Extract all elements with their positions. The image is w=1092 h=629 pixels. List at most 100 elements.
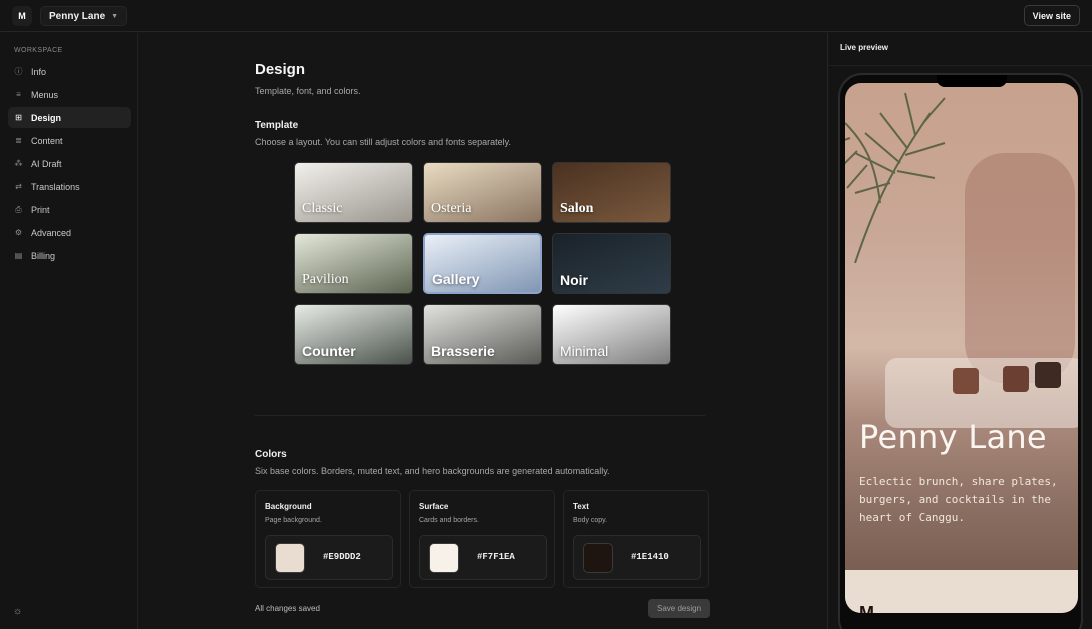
live-preview-panel: Live preview Penny Lane Eclectic brunch,… — [827, 33, 1092, 629]
template-card-osteria[interactable]: Osteria — [423, 162, 542, 223]
color-hex-value[interactable]: #F7F1EA — [477, 552, 515, 562]
sparkle-icon: ⁂ — [14, 159, 23, 168]
color-hex-value[interactable]: #1E1410 — [631, 552, 669, 562]
sidebar-item-label: Design — [31, 112, 62, 123]
color-swatch[interactable] — [429, 543, 459, 573]
preview-restaurant-name: Penny Lane — [859, 418, 1047, 456]
colors-section-subtitle: Six base colors. Borders, muted text, an… — [255, 466, 610, 476]
template-card-pavilion[interactable]: Pavilion — [294, 233, 413, 294]
sun-icon[interactable]: ☼ — [13, 606, 22, 617]
template-card-gallery[interactable]: Gallery — [423, 233, 542, 294]
colors-section-title: Colors — [255, 449, 287, 460]
sidebar-item-label: Advanced — [31, 227, 72, 238]
color-hex-value[interactable]: #E9DDD2 — [323, 552, 361, 562]
card-icon: ▤ — [14, 251, 23, 260]
color-input[interactable]: #F7F1EA — [419, 535, 547, 580]
sidebar-item-label: Billing — [31, 250, 56, 261]
template-card-label: Pavilion — [302, 272, 349, 287]
workspace-switcher[interactable]: Penny Lane ▼ — [40, 6, 128, 26]
sidebar: WORKSPACE ⓘ Info ≡ Menus ⊞ Design ≣ Content ⁂ AI … — [0, 33, 138, 629]
hero-image-cushion — [953, 368, 979, 394]
phone-frame: Penny Lane Eclectic brunch, share plates… — [838, 73, 1083, 629]
template-section-title: Template — [255, 120, 299, 131]
main-content: Design Template, font, and colors. Templ… — [139, 33, 827, 629]
top-bar: M Penny Lane ▼ View site — [0, 0, 1092, 32]
template-card-label: Minimal — [560, 343, 609, 359]
palm-leaves-image — [845, 92, 946, 263]
color-card-title: Surface — [419, 502, 449, 511]
color-cards: Background Page background. #E9DDD2 Surface… — [255, 490, 710, 588]
template-card-label: Noir — [560, 272, 588, 288]
template-card-noir[interactable]: Noir — [552, 233, 671, 294]
color-card-background: Background Page background. #E9DDD2 — [255, 490, 401, 588]
view-site-button[interactable]: View site — [1023, 5, 1080, 26]
preview-content-area — [845, 570, 1078, 613]
color-swatch[interactable] — [275, 543, 305, 573]
hero-image-wall — [965, 153, 1075, 383]
template-grid: Classic Osteria Salon Pavilion Gallery Noir Co… — [294, 162, 673, 365]
hero-image-cushion — [1003, 366, 1029, 392]
sidebar-item-menus[interactable]: ≡ Menus — [8, 84, 131, 105]
preview-divider — [828, 65, 1092, 66]
template-section-subtitle: Choose a layout. You can still adjust co… — [255, 137, 511, 147]
grid-icon: ⊞ — [15, 113, 22, 122]
template-card-classic[interactable]: Classic — [294, 162, 413, 223]
sidebar-item-translations[interactable]: ⇄ Translations — [8, 176, 131, 197]
save-status: All changes saved — [255, 604, 320, 613]
color-card-subtitle: Page background. — [265, 517, 322, 524]
color-card-surface: Surface Cards and borders. #F7F1EA — [409, 490, 555, 588]
preview-title: Live preview — [840, 43, 889, 52]
sidebar-item-ai-draft[interactable]: ⁂ AI Draft — [8, 153, 131, 174]
sidebar-item-label: Menus — [31, 89, 59, 100]
sidebar-item-design[interactable]: ⊞ Design — [8, 107, 131, 128]
color-card-text: Text Body copy. #1E1410 — [563, 490, 709, 588]
sidebar-item-print[interactable]: ⎙ Print — [8, 199, 131, 220]
sidebar-item-content[interactable]: ≣ Content — [8, 130, 131, 151]
template-card-label: Counter — [302, 343, 356, 359]
phone-screen[interactable]: Penny Lane Eclectic brunch, share plates… — [845, 83, 1078, 613]
sidebar-item-label: Info — [31, 66, 47, 77]
template-card-label: Classic — [302, 201, 343, 216]
template-card-label: Brasserie — [431, 343, 495, 359]
color-input[interactable]: #E9DDD2 — [265, 535, 393, 580]
color-card-subtitle: Body copy. — [573, 517, 608, 524]
swap-icon: ⇄ — [15, 182, 22, 191]
preview-next-heading: M — [859, 603, 874, 613]
sidebar-item-label: Content — [31, 135, 63, 146]
color-card-subtitle: Cards and borders. — [419, 517, 479, 524]
sidebar-item-advanced[interactable]: ⚙ Advanced — [8, 222, 131, 243]
hero-image-cushion — [1035, 362, 1061, 388]
workspace-logo[interactable]: M — [12, 6, 32, 26]
sidebar-section-label: WORKSPACE — [14, 47, 63, 54]
sidebar-item-label: Print — [31, 204, 50, 215]
template-card-label: Salon — [560, 201, 594, 216]
color-card-title: Text — [573, 502, 589, 511]
phone-notch — [937, 75, 1007, 87]
sidebar-item-info[interactable]: ⓘ Info — [8, 61, 131, 82]
workspace-name: Penny Lane — [49, 10, 106, 22]
info-icon: ⓘ — [14, 67, 23, 76]
sidebar-item-billing[interactable]: ▤ Billing — [8, 245, 131, 266]
section-divider — [255, 415, 705, 416]
preview-description: Eclectic brunch, share plates, burgers, … — [859, 475, 1058, 524]
printer-icon: ⎙ — [15, 204, 22, 214]
gear-icon: ⚙ — [14, 228, 23, 237]
sidebar-item-label: AI Draft — [31, 158, 62, 169]
menu-lines-icon: ≡ — [16, 90, 21, 99]
template-card-counter[interactable]: Counter — [294, 304, 413, 365]
chevron-down-icon: ▼ — [111, 12, 119, 20]
template-card-minimal[interactable]: Minimal — [552, 304, 671, 365]
sidebar-item-label: Translations — [31, 181, 80, 192]
sidebar-nav: ⓘ Info ≡ Menus ⊞ Design ≣ Content ⁂ AI Draft ⇄ Tran… — [8, 61, 131, 268]
page-subtitle: Template, font, and colors. — [255, 86, 361, 96]
save-design-button[interactable]: Save design — [648, 599, 710, 618]
color-card-title: Background — [265, 502, 312, 511]
color-swatch[interactable] — [583, 543, 613, 573]
template-card-salon[interactable]: Salon — [552, 162, 671, 223]
template-card-brasserie[interactable]: Brasserie — [423, 304, 542, 365]
template-card-label: Gallery — [432, 271, 480, 287]
text-lines-icon: ≣ — [15, 136, 22, 145]
template-card-label: Osteria — [431, 201, 472, 216]
page-title: Design — [255, 61, 306, 78]
color-input[interactable]: #1E1410 — [573, 535, 701, 580]
